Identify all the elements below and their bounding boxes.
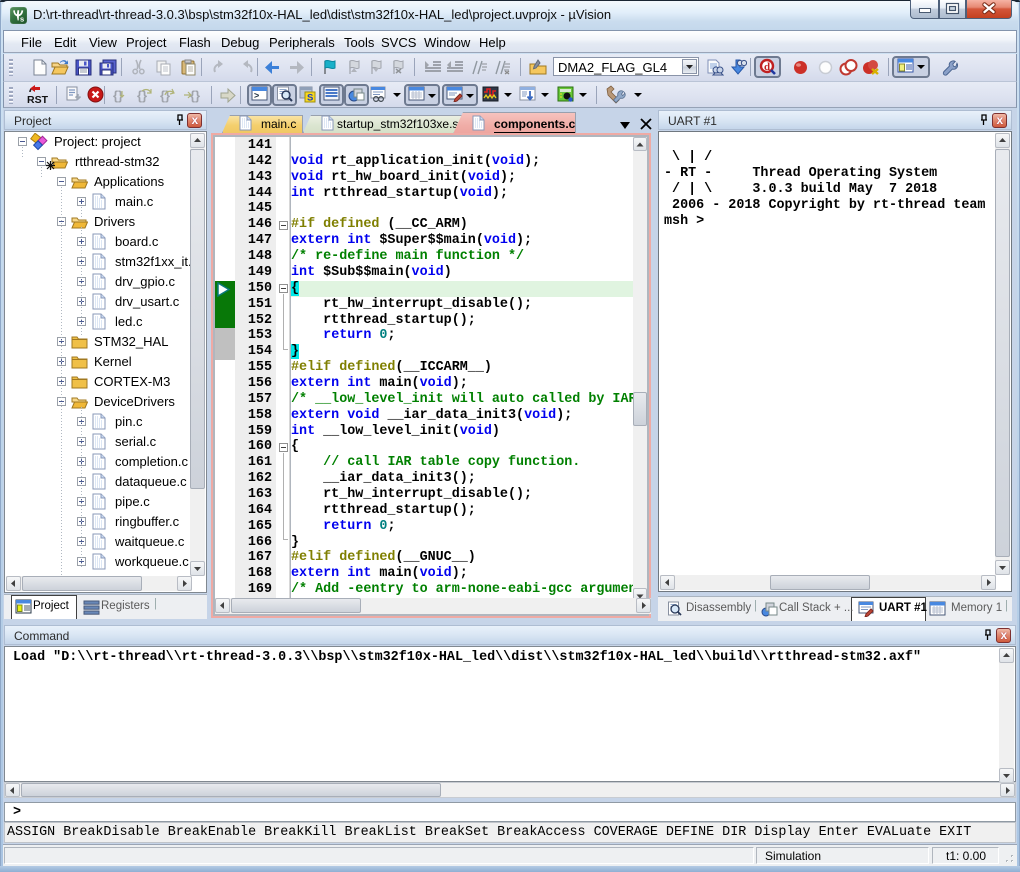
svg-text:RST: RST	[27, 94, 48, 105]
svg-text:{}: {}	[190, 88, 200, 103]
svg-text:s: s	[20, 15, 24, 24]
svg-text:{}: {}	[160, 88, 170, 103]
svg-text:S: S	[307, 93, 313, 104]
svg-text:>: >	[254, 91, 259, 101]
svg-text:d: d	[764, 61, 770, 73]
